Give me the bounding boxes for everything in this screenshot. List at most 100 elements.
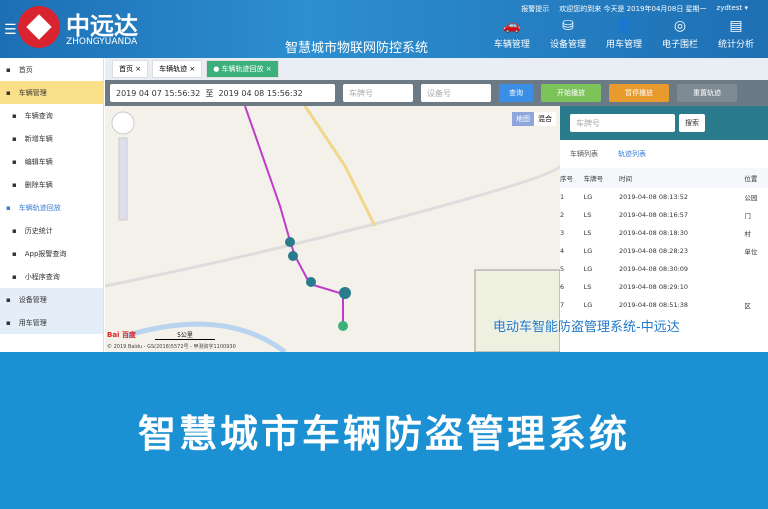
sidebar-item-label: 历史统计 — [24, 226, 53, 235]
query-button[interactable]: 查询 — [499, 84, 533, 102]
sidebar-item[interactable]: ▪ 首页 — [0, 58, 103, 81]
sidebar-item-label: 车辆轨迹回放 — [18, 203, 61, 212]
tab-vehicle-list[interactable]: 车辆列表 — [570, 149, 598, 159]
nav-item[interactable]: ▤ 统计分析 — [718, 18, 754, 50]
banner-title: 智慧城市车辆防盗管理系统 — [0, 352, 768, 509]
table-cell: 村 — [744, 230, 751, 238]
map-canvas — [104, 105, 562, 352]
sidebar-item[interactable]: ▪ 设备管理 — [0, 288, 103, 311]
plate-input[interactable]: 车牌号 — [343, 84, 413, 102]
table-cell: 2019-04-08 08:51:38 — [619, 301, 689, 309]
nav-label: 车辆管理 — [493, 40, 530, 50]
overview-map — [474, 269, 561, 352]
nav-item[interactable]: 👤 用车管理 — [606, 18, 642, 50]
table-cell: 1 — [560, 193, 565, 201]
table-cell: LG — [583, 301, 593, 309]
sidebar-item[interactable]: ▪ 新增车辆 — [0, 127, 103, 150]
track-marker — [288, 251, 298, 261]
pause-button[interactable]: 暂停播放 — [609, 84, 669, 102]
sidebar-item[interactable]: ▪ 编辑车辆 — [0, 150, 103, 173]
filter-bar: 2019 04 07 15:56:32 至 2019 04 08 15:56:3… — [105, 80, 768, 106]
table-cell — [744, 260, 768, 278]
welcome-text: 欢迎您的到来 今天是 2019年04月08日 星期一 — [559, 5, 707, 13]
table-cell: 公园 — [744, 194, 758, 202]
map-type-switch: 地图 混合 — [512, 112, 556, 126]
table-row[interactable]: 3 LS 2019-04-08 08:18:30 村 — [560, 224, 768, 242]
sidebar-item-label: 设备管理 — [18, 295, 47, 304]
sidebar-item-label: 首页 — [18, 65, 33, 74]
table-cell: LS — [583, 229, 592, 237]
track-table: 序号 车牌号 时间 位置 1 LG 2019-04-08 08:13:52 公园 2 LS 2019… — [560, 168, 768, 314]
sidebar-item-icon: ▪ — [12, 272, 17, 281]
tab[interactable]: 车辆轨迹 × — [152, 60, 203, 78]
nav-label: 统计分析 — [717, 40, 754, 50]
table-row[interactable]: 5 LG 2019-04-08 08:30:09 — [560, 260, 768, 278]
sidebar-item-icon: ▪ — [6, 203, 11, 212]
table-cell: 区 — [744, 302, 751, 310]
sidebar-item[interactable]: ▪ 车辆查询 — [0, 104, 103, 127]
table-cell: 4 — [560, 247, 565, 255]
map[interactable]: 地图 混合 Bai 百度 5公里 © 2019 Baidu - GS(2018)… — [104, 105, 562, 352]
table-cell: LG — [583, 265, 593, 273]
table-cell: LS — [583, 283, 592, 291]
tab[interactable]: 首页 × — [112, 60, 149, 78]
table-row[interactable]: 2 LS 2019-04-08 08:16:57 门 — [560, 206, 768, 224]
overlay-caption: 电动车智能防盗管理系统-中远达 — [493, 320, 680, 335]
play-button[interactable]: 开始播放 — [541, 84, 601, 102]
user-menu[interactable]: zydtest ▾ — [717, 4, 748, 14]
column-header: 时间 — [619, 168, 745, 188]
alarm-link[interactable]: 报警提示 — [521, 4, 549, 14]
device-icon: ⛁ — [562, 18, 574, 34]
table-cell: 门 — [744, 212, 751, 220]
end-date: 2019 04 08 15:56:32 — [218, 88, 303, 98]
sidebar-item[interactable]: ▪ 历史统计 — [0, 219, 103, 242]
nav-item[interactable]: ◎ 电子围栏 — [662, 18, 698, 50]
column-header: 序号 — [560, 168, 584, 188]
tab-track-list[interactable]: 轨迹列表 — [618, 149, 646, 159]
sidebar: ▪ 首页 ▪ 车辆管理 ▪ 车辆查询 ▪ 新增车辆 ▪ 编辑车辆 ▪ 删除车辆 ▪ 车辆轨迹回放 ▪ 历史统计… — [0, 58, 104, 352]
sidebar-item-icon: ▪ — [6, 88, 11, 97]
table-cell: 2019-04-08 08:30:09 — [619, 265, 689, 273]
table-row[interactable]: 4 LG 2019-04-08 08:28:23 单位 — [560, 242, 768, 260]
map-type-hybrid[interactable]: 混合 — [534, 112, 556, 126]
sidebar-item-label: 车辆管理 — [18, 88, 47, 97]
sidebar-item-label: 小程序查询 — [24, 272, 60, 281]
date-range-input[interactable]: 2019 04 07 15:56:32 至 2019 04 08 15:56:3… — [110, 84, 335, 102]
table-row[interactable]: 7 LG 2019-04-08 08:51:38 区 — [560, 296, 768, 314]
fence-icon: ◎ — [673, 18, 687, 34]
table-cell: 3 — [560, 229, 565, 237]
sidebar-item[interactable]: ▪ 车辆轨迹回放 — [0, 196, 103, 219]
sidebar-item[interactable]: ▪ 用车管理 — [0, 311, 103, 334]
header: ☰ 中远达 ZHONGYUANDA 智慧城市物联网防控系统 报警提示 欢迎您的到… — [0, 0, 768, 58]
table-row[interactable]: 1 LG 2019-04-08 08:13:52 公园 — [560, 188, 768, 206]
sidebar-item-icon: ▪ — [6, 295, 11, 304]
nav-item[interactable]: 🚗 车辆管理 — [494, 18, 530, 50]
top-info: 报警提示 欢迎您的到来 今天是 2019年04月08日 星期一 zydtest … — [521, 4, 748, 14]
logo — [18, 6, 60, 48]
panel-search-button[interactable]: 搜索 — [679, 114, 705, 132]
sidebar-item[interactable]: ▪ 小程序查询 — [0, 265, 103, 288]
sidebar-item[interactable]: ▪ 删除车辆 — [0, 173, 103, 196]
sidebar-item[interactable]: ▪ 车辆管理 — [0, 81, 103, 104]
table-cell: 2019-04-08 08:13:52 — [619, 193, 689, 201]
table-cell: 2019-04-08 08:29:10 — [619, 283, 689, 291]
map-type-normal[interactable]: 地图 — [512, 112, 534, 126]
panel-search-input[interactable]: 车牌号 — [570, 114, 675, 132]
reset-button[interactable]: 重置轨迹 — [677, 84, 737, 102]
sidebar-item-label: 删除车辆 — [24, 180, 53, 189]
sidebar-item-label: 编辑车辆 — [24, 157, 53, 166]
table-cell: 6 — [560, 283, 565, 291]
nav-item[interactable]: ⛁ 设备管理 — [550, 18, 586, 50]
menu-icon[interactable]: ☰ — [4, 22, 17, 38]
brand: 中远达 — [66, 12, 138, 40]
device-input[interactable]: 设备号 — [421, 84, 491, 102]
track-marker — [306, 277, 316, 287]
sidebar-item-icon: ▪ — [12, 157, 17, 166]
tab[interactable]: ● 车辆轨迹回放 × — [206, 60, 279, 78]
sidebar-item[interactable]: ▪ App报警查询 — [0, 242, 103, 265]
column-header: 位置 — [744, 168, 768, 188]
tab-bar: 首页 × 车辆轨迹 × ● 车辆轨迹回放 × — [105, 58, 768, 80]
sidebar-item-icon: ▪ — [12, 249, 17, 258]
table-row[interactable]: 6 LS 2019-04-08 08:29:10 — [560, 278, 768, 296]
sidebar-item-icon: ▪ — [6, 318, 11, 327]
